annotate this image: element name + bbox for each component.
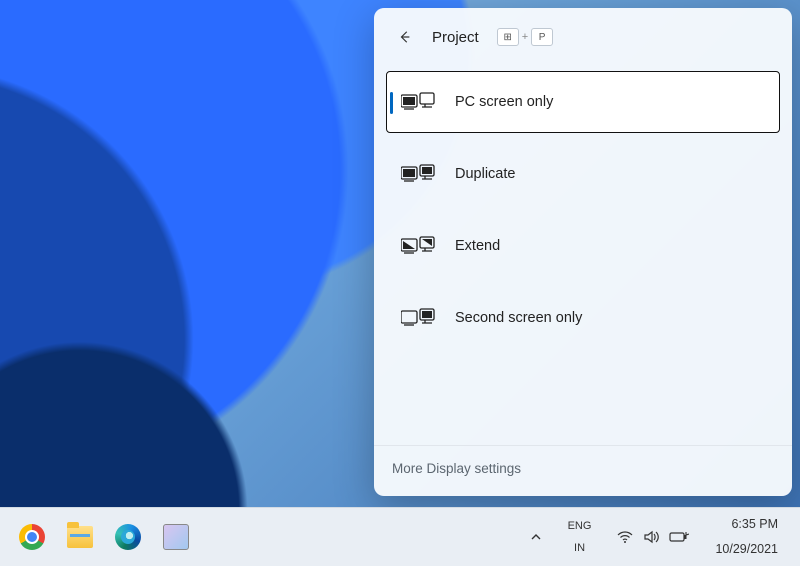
clock-date[interactable]: 6:35 PM 10/29/2021 bbox=[709, 511, 784, 563]
option-pc-screen-only[interactable]: PC screen only bbox=[386, 71, 780, 133]
arrow-left-icon bbox=[398, 29, 412, 45]
taskbar-app-chrome[interactable] bbox=[10, 515, 54, 559]
option-second-screen-only[interactable]: Second screen only bbox=[386, 287, 780, 349]
duplicate-icon bbox=[401, 163, 435, 185]
back-button[interactable] bbox=[392, 24, 418, 50]
taskbar: ENG IN 6:35 PM 10/29/2021 bbox=[0, 507, 800, 566]
project-flyout-title: Project bbox=[432, 29, 479, 46]
language-indicator[interactable]: ENG IN bbox=[562, 514, 598, 560]
network-sound-battery-group[interactable] bbox=[611, 524, 695, 550]
option-extend[interactable]: Extend bbox=[386, 215, 780, 277]
battery-charging-icon bbox=[669, 531, 689, 543]
speaker-icon bbox=[643, 530, 659, 544]
project-flyout: Project ⊞ + P PC screen only bbox=[374, 8, 792, 496]
google-chrome-icon bbox=[19, 524, 45, 550]
p-key: P bbox=[531, 28, 553, 46]
option-label: Second screen only bbox=[455, 310, 582, 326]
wifi-icon bbox=[617, 530, 633, 544]
taskbar-app-edge[interactable] bbox=[106, 515, 150, 559]
language-code: ENG bbox=[568, 520, 592, 532]
keyboard-shortcut-hint: ⊞ + P bbox=[497, 28, 553, 46]
snipping-tool-icon bbox=[163, 524, 189, 550]
option-duplicate[interactable]: Duplicate bbox=[386, 143, 780, 205]
chevron-up-icon bbox=[530, 531, 542, 543]
option-label: Duplicate bbox=[455, 166, 515, 182]
win-key-icon: ⊞ bbox=[497, 28, 519, 46]
project-options-list: PC screen only Duplicate bbox=[374, 62, 792, 445]
second-screen-only-icon bbox=[401, 307, 435, 329]
system-tray: ENG IN 6:35 PM 10/29/2021 bbox=[524, 511, 800, 563]
plus-glyph: + bbox=[522, 31, 528, 43]
keyboard-layout-code: IN bbox=[574, 542, 585, 554]
clock-date-text: 10/29/2021 bbox=[715, 542, 778, 557]
pc-screen-only-icon bbox=[401, 91, 435, 113]
option-label: PC screen only bbox=[455, 94, 553, 110]
file-explorer-icon bbox=[67, 526, 93, 548]
project-flyout-footer: More Display settings bbox=[374, 445, 792, 496]
more-display-settings-link[interactable]: More Display settings bbox=[392, 461, 521, 476]
microsoft-edge-icon bbox=[115, 524, 141, 550]
tray-overflow-button[interactable] bbox=[524, 525, 548, 549]
project-flyout-header: Project ⊞ + P bbox=[374, 8, 792, 62]
taskbar-app-file-explorer[interactable] bbox=[58, 515, 102, 559]
taskbar-app-snipping-tool[interactable] bbox=[154, 515, 198, 559]
option-label: Extend bbox=[455, 238, 500, 254]
clock-time: 6:35 PM bbox=[731, 517, 778, 532]
extend-icon bbox=[401, 235, 435, 257]
taskbar-pinned-apps bbox=[0, 515, 198, 559]
